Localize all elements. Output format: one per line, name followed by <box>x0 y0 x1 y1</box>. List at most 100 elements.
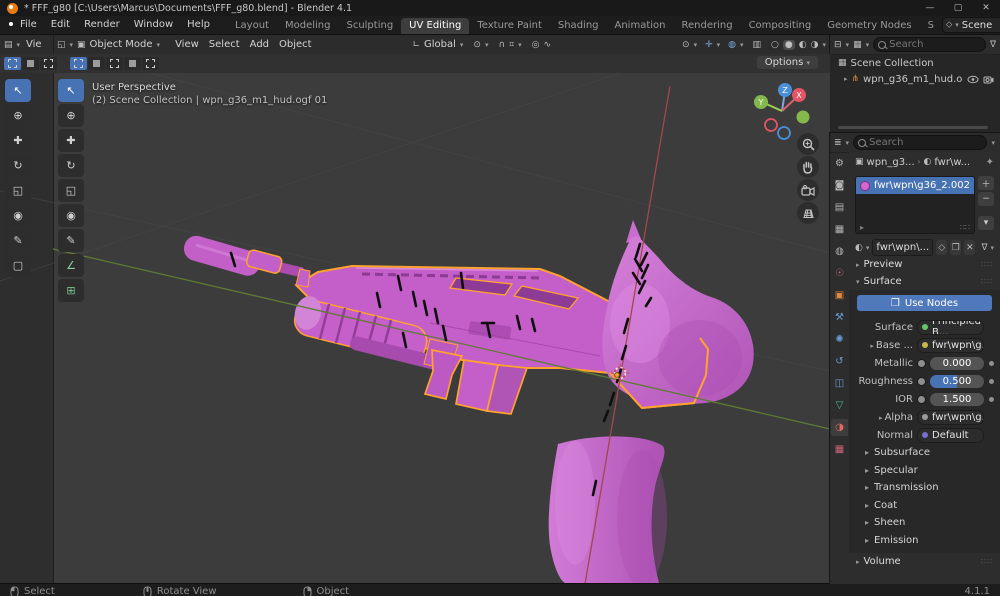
properties-tab-constraints[interactable]: ◫ <box>831 375 848 392</box>
gizmo-x-neg-ball[interactable] <box>765 119 777 131</box>
workspace-tab[interactable]: Compositing <box>741 18 820 34</box>
pan-hand-button[interactable] <box>797 156 819 178</box>
outliner-filter-id-icon[interactable]: ▦ <box>853 40 862 50</box>
surface-subpanel[interactable]: Subsurface <box>855 444 994 462</box>
xray-toggle-icon[interactable]: ▥ <box>753 40 762 50</box>
list-grip-icon[interactable]: ∷∷ <box>960 223 970 232</box>
properties-tab-physics[interactable]: ↺ <box>831 353 848 370</box>
gizmos-toggle-icon[interactable]: ✛ <box>705 40 713 50</box>
tool-button-transform[interactable]: ◉ <box>58 204 84 227</box>
properties-tab-material[interactable]: ◑ <box>831 419 848 436</box>
properties-tab-scene[interactable]: ◍ <box>831 243 848 260</box>
workspace-tab[interactable]: S <box>920 18 942 34</box>
breadcrumb-object[interactable]: wpn_g3... <box>867 157 915 168</box>
menu[interactable]: Edit <box>44 16 77 34</box>
surface-subpanel[interactable]: Coat <box>855 497 994 515</box>
uv-mode-set-button[interactable] <box>4 57 21 70</box>
remove-slot-button[interactable]: − <box>978 192 994 206</box>
use-nodes-button[interactable]: ❒ Use Nodes <box>857 295 992 311</box>
properties-tab-world[interactable]: ☉ <box>831 265 848 282</box>
tool-button-add-cube[interactable]: ⊞ <box>58 279 84 302</box>
uv-tool-button-transform[interactable]: ◉ <box>5 204 31 227</box>
perspective-toggle-button[interactable] <box>797 202 819 224</box>
uv-tool-button-grab-region[interactable]: ▢ <box>5 254 31 277</box>
surface-subpanel[interactable]: Sheen <box>855 514 994 532</box>
viewport-menu[interactable]: Add <box>245 39 274 50</box>
uv-mode-subtract-button[interactable] <box>40 57 57 70</box>
metallic-slider[interactable]: 0.000 <box>930 357 984 370</box>
properties-tab-texture[interactable]: ▦ <box>831 441 848 458</box>
snap-with-icon[interactable]: ⌗ <box>509 40 514 50</box>
falloff-icon[interactable]: ∿ <box>544 40 552 50</box>
viewport-menu[interactable]: Select <box>204 39 245 50</box>
transform-orientation-dropdown[interactable]: Global <box>424 39 456 50</box>
uv-tool-button-scale[interactable]: ◱ <box>5 179 31 202</box>
workspace-tab[interactable]: Rendering <box>673 18 740 34</box>
gizmo-y-neg-ball[interactable] <box>797 111 810 124</box>
mode-extend-button[interactable] <box>88 57 105 70</box>
material-slot-list[interactable]: fwr\wpn\g36_2.002 ▸ ∷∷ <box>855 176 975 234</box>
roughness-slider[interactable]: 0.500 <box>930 375 984 388</box>
options-dropdown[interactable]: Options ▾ <box>757 56 818 69</box>
mode-dropdown[interactable]: Object Mode <box>90 39 153 50</box>
tool-button-cursor[interactable]: ⊕ <box>58 104 84 127</box>
workspace-tab[interactable]: Animation <box>607 18 674 34</box>
properties-tab-render[interactable]: ◙ <box>831 177 848 194</box>
outliner-search-input[interactable]: Search <box>873 37 986 52</box>
material-slot-selected[interactable]: fwr\wpn\g36_2.002 <box>856 177 974 194</box>
outliner-row-scene-collection[interactable]: ▦ Scene Collection <box>830 55 1000 71</box>
pin-icon[interactable]: ✦ <box>986 157 994 168</box>
properties-search-input[interactable]: Search <box>853 135 987 150</box>
gizmo-z-neg-ball[interactable] <box>778 127 790 139</box>
minimize-button[interactable]: — <box>916 0 944 16</box>
proportional-editing-icon[interactable]: ◎ <box>532 40 540 50</box>
surface-subpanel[interactable]: Specular <box>855 462 994 480</box>
surface-subpanel[interactable]: Emission <box>855 532 994 550</box>
uv-tool-button-cursor[interactable]: ⊕ <box>5 104 31 127</box>
uv-view-menu[interactable]: Vie <box>24 39 44 50</box>
outliner-row-object[interactable]: ▸ ⋔ wpn_g36_m1_hud.ogf <box>830 71 1000 87</box>
uv-mode-extend-button[interactable] <box>22 57 39 70</box>
unlink-material-icon[interactable]: ✕ <box>964 240 975 255</box>
properties-options-icon[interactable]: ▾ <box>991 139 995 147</box>
properties-tab-output[interactable]: ▤ <box>831 199 848 216</box>
shading-solid-icon[interactable]: ● <box>783 40 795 50</box>
shading-material-icon[interactable]: ◐ <box>799 40 807 50</box>
scene-selector[interactable]: ⬦▾ Scene ✦ ❐ ✕ <box>942 17 1000 33</box>
disable-render-camera-icon[interactable] <box>983 75 994 84</box>
fake-user-shield-icon[interactable]: ◇ <box>936 240 947 255</box>
preview-panel-header[interactable]: ▸Preview∷∷ <box>849 256 1000 273</box>
mode-invert-button[interactable] <box>124 57 141 70</box>
keyframe-dot-icon[interactable] <box>989 397 994 402</box>
slot-specials-button[interactable]: ▾ <box>978 216 994 230</box>
filter-funnel-icon[interactable]: ∇ <box>990 40 996 50</box>
menu[interactable]: Window <box>127 16 180 34</box>
workspace-tab[interactable]: Modeling <box>277 18 339 34</box>
tool-button-rotate[interactable]: ↻ <box>58 154 84 177</box>
overlays-toggle-icon[interactable]: ◍ <box>728 40 736 50</box>
tool-button-move[interactable]: ✚ <box>58 129 84 152</box>
uv-tool-button-rotate[interactable]: ↻ <box>5 154 31 177</box>
workspace-tab[interactable]: UV Editing <box>401 18 469 34</box>
menu[interactable]: Help <box>180 16 217 34</box>
properties-tab-object[interactable]: ▣ <box>831 287 848 304</box>
camera-view-button[interactable] <box>797 179 819 201</box>
workspace-tab[interactable]: Layout <box>227 18 277 34</box>
zoom-button[interactable] <box>797 133 819 155</box>
surface-subpanel[interactable]: Transmission <box>855 479 994 497</box>
shading-wireframe-icon[interactable]: ○ <box>771 40 779 50</box>
hide-eye-icon[interactable] <box>967 75 979 84</box>
uv-tool-button-tweak-select[interactable]: ↖ <box>5 79 31 102</box>
properties-tab-object-data[interactable]: ▽ <box>831 397 848 414</box>
new-material-icon[interactable]: ❐ <box>950 240 961 255</box>
list-expand-icon[interactable]: ▸ <box>860 223 864 232</box>
properties-tab-tool[interactable]: ⚙ <box>831 155 848 172</box>
filter-funnel-icon[interactable]: ∇ <box>981 243 987 253</box>
workspace-tab[interactable]: Sculpting <box>338 18 401 34</box>
breadcrumb-material[interactable]: fwr\w... <box>934 157 970 168</box>
mode-set-button[interactable] <box>70 57 87 70</box>
properties-tab-particles[interactable]: ✺ <box>831 331 848 348</box>
normal-field[interactable]: Default <box>917 428 984 443</box>
shading-rendered-icon[interactable]: ◑ <box>811 40 819 50</box>
scene-name[interactable]: Scene <box>962 20 1000 31</box>
